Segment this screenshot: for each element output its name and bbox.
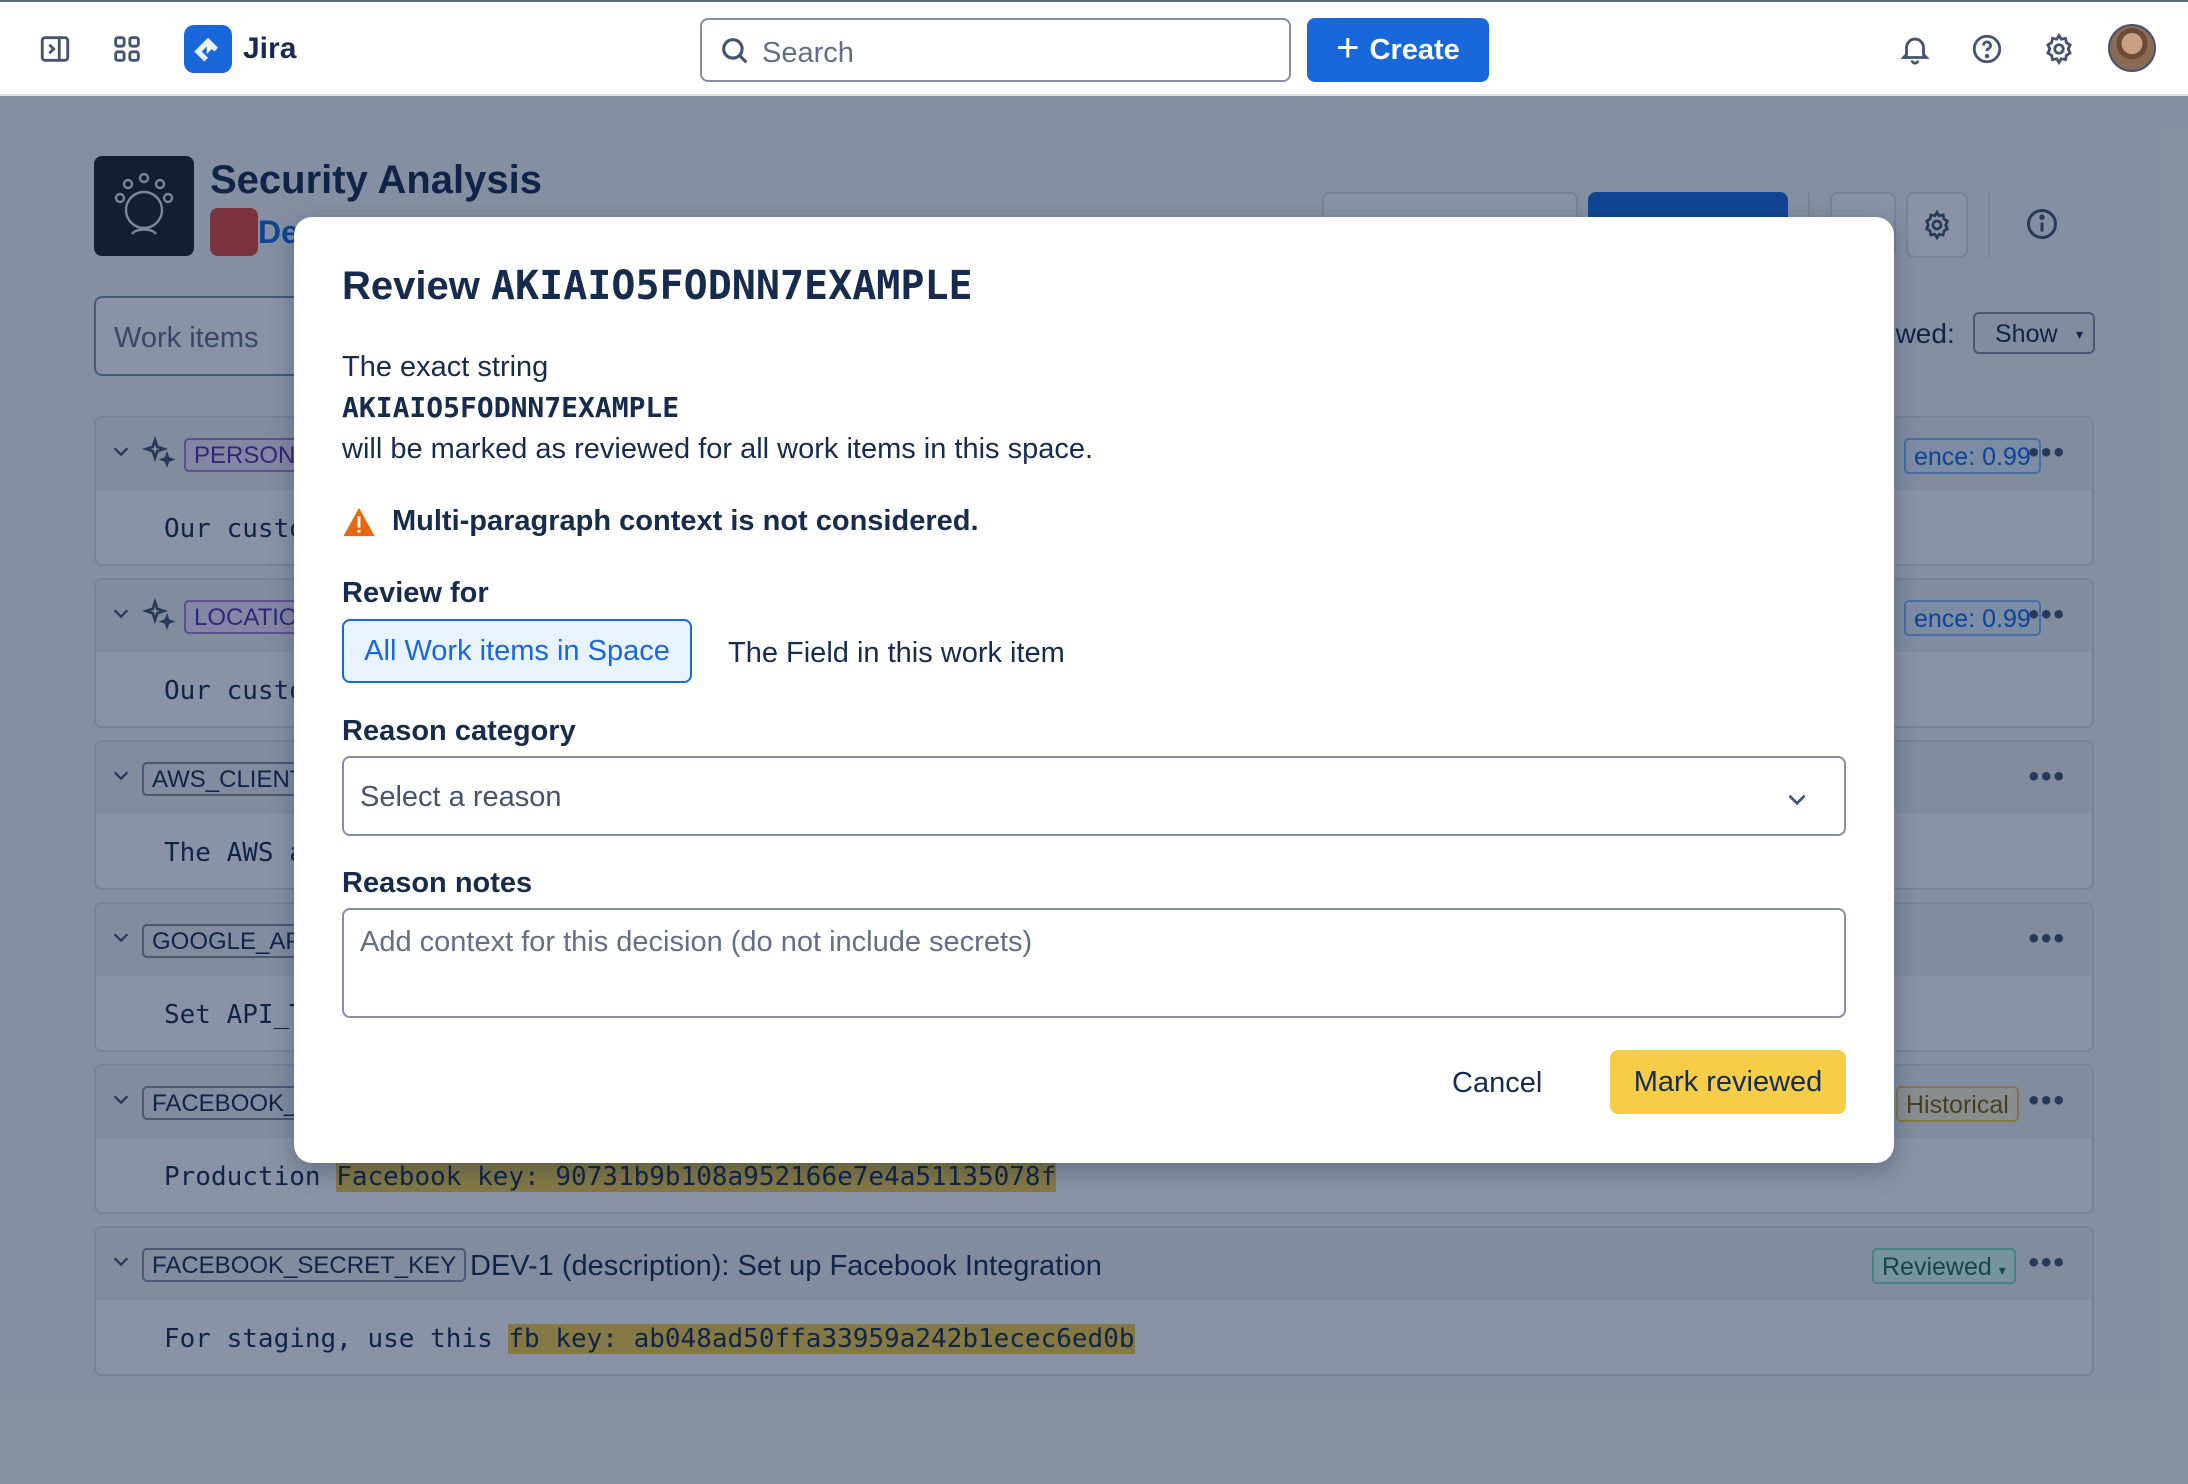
review-scope-space-option[interactable]: All Work items in Space (342, 619, 692, 683)
sidebar-toggle-icon[interactable] (36, 30, 74, 68)
user-avatar[interactable] (2108, 24, 2156, 72)
warning-text: Multi-paragraph context is not considere… (392, 505, 979, 537)
plus-icon: + (1336, 26, 1360, 70)
warning-icon (343, 507, 375, 536)
dialog-title-key: AKIAIO5FODNN7EXAMPLE (490, 263, 973, 309)
notifications-bell-icon[interactable] (1896, 30, 1934, 68)
settings-gear-icon[interactable] (2040, 30, 2078, 68)
reason-category-label: Reason category (342, 715, 576, 747)
review-for-label: Review for (342, 577, 489, 609)
reason-notes-textarea[interactable]: Add context for this decision (do not in… (342, 908, 1846, 1018)
dialog-intro-text: The exact string (342, 351, 549, 383)
chevron-down-icon (1788, 794, 1806, 806)
review-dialog: Review AKIAIO5FODNN7EXAMPLE The exact st… (294, 217, 1894, 1163)
create-button[interactable]: + Create (1307, 18, 1489, 82)
search-placeholder: Search (762, 37, 854, 69)
dialog-outro-text: will be marked as reviewed for all work … (342, 433, 1094, 465)
create-label: Create (1369, 33, 1460, 66)
review-scope-field-option[interactable]: The Field in this work item (728, 637, 1065, 670)
search-icon (718, 34, 752, 73)
app-switcher-icon[interactable] (108, 30, 146, 68)
dialog-secret-string: AKIAIO5FODNN7EXAMPLE (342, 391, 680, 424)
search-input[interactable]: Search (700, 18, 1291, 82)
reason-category-placeholder: Select a reason (360, 781, 562, 813)
app-name[interactable]: Jira (243, 32, 296, 66)
reason-notes-label: Reason notes (342, 867, 533, 899)
mark-reviewed-button[interactable]: Mark reviewed (1610, 1050, 1846, 1114)
jira-logo-icon[interactable] (184, 25, 232, 73)
warning-message: Multi-paragraph context is not considere… (342, 505, 979, 538)
dialog-title-prefix: Review (342, 264, 491, 308)
cancel-button[interactable]: Cancel (1452, 1067, 1542, 1100)
dialog-title: Review AKIAIO5FODNN7EXAMPLE (342, 263, 973, 309)
help-icon[interactable] (1968, 30, 2006, 68)
top-navigation: Jira Search + Create (0, 0, 2188, 96)
reason-notes-placeholder: Add context for this decision (do not in… (360, 926, 1033, 958)
reason-category-select[interactable]: Select a reason (342, 756, 1846, 836)
